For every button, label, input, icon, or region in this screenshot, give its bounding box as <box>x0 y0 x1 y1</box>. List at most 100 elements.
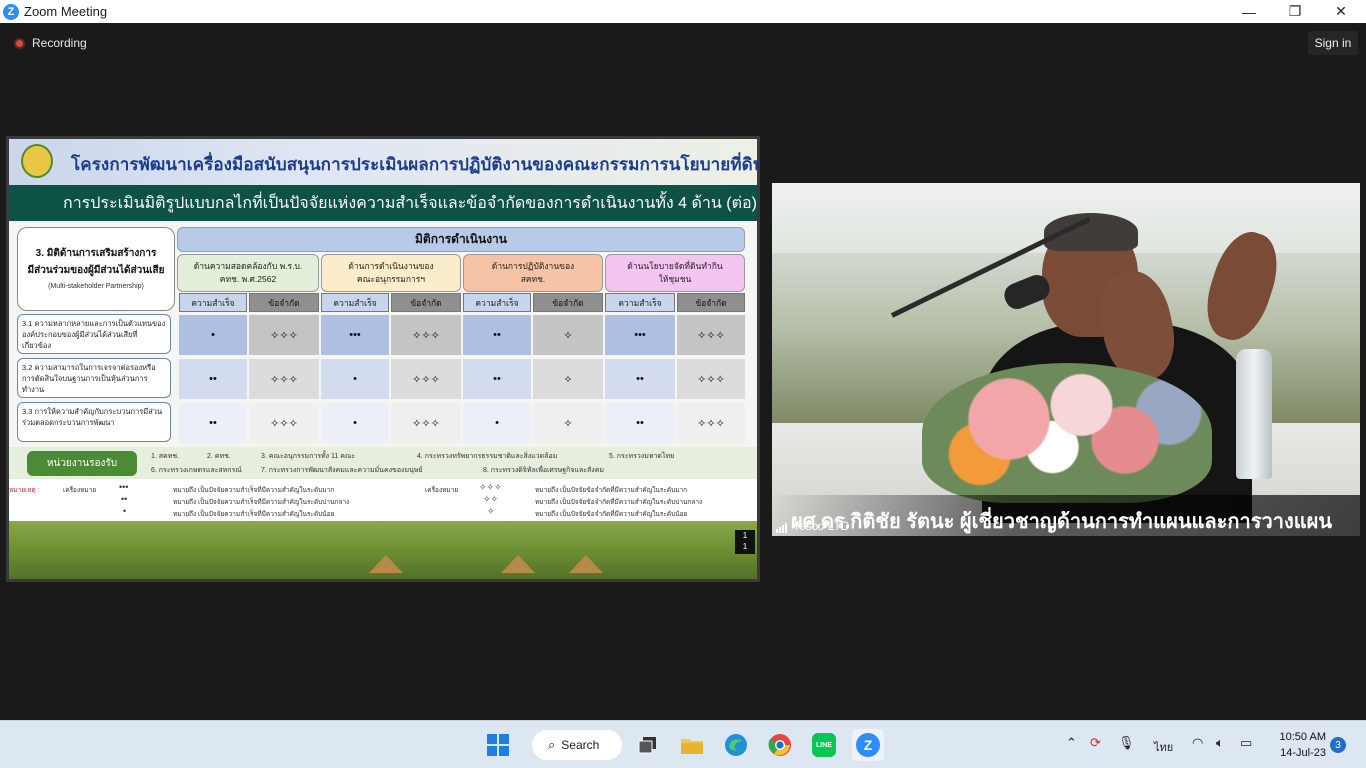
table-cell: • <box>179 315 247 355</box>
legend-dot: • <box>123 506 127 516</box>
table-cell: ••• <box>605 315 675 355</box>
signal-strength-icon <box>776 523 788 533</box>
maximize-button[interactable]: ❐ <box>1272 0 1318 23</box>
organization-emblem-icon <box>21 144 53 178</box>
shared-screen[interactable]: โครงการพัฒนาเครื่องมือสนับสนุนการประเมิน… <box>6 136 760 582</box>
file-explorer-button[interactable] <box>676 729 708 761</box>
subheader-success: ความสำเร็จ <box>179 293 247 312</box>
zoom-taskbar-button[interactable]: Z <box>852 729 884 761</box>
agency-item: 3. คณะอนุกรรมการทั้ง 11 คณะ <box>261 453 356 460</box>
table-cell: •• <box>463 359 531 399</box>
legend: หมายเหตุ : เครื่องหมาย ••• •• • หมายถึง … <box>9 479 757 521</box>
close-button[interactable]: ✕ <box>1318 0 1364 23</box>
agency-item: 2. คทช. <box>207 453 231 460</box>
recording-indicator[interactable]: Recording <box>14 36 87 50</box>
show-hidden-icons-icon[interactable]: ⌃ <box>1066 735 1077 751</box>
column-title-2: คณะอนุกรรมการฯ <box>356 274 426 284</box>
slide-footer-image <box>9 521 757 579</box>
edge-icon <box>725 734 747 756</box>
hut-icon <box>501 555 535 573</box>
legend-dot: •• <box>121 494 128 504</box>
task-view-button[interactable] <box>632 729 664 761</box>
agency-item: 1. สคทช. <box>151 453 180 460</box>
hut-icon <box>369 555 403 573</box>
notification-badge[interactable]: 3 <box>1330 737 1346 753</box>
recording-label: Recording <box>32 36 87 50</box>
column-header-2: ด้านการดำเนินงานของ คณะอนุกรรมการฯ <box>321 254 461 292</box>
column-header-3: ด้านการปฏิบัติงานของ สคทช. <box>463 254 603 292</box>
task-view-icon <box>638 737 656 754</box>
page-number-bottom: 1 <box>742 542 748 551</box>
battery-icon[interactable]: ▭ <box>1240 735 1252 751</box>
slide-subtitle: การประเมินมิติรูปแบบกลไกที่เป็นปัจจัยแห่… <box>9 185 757 221</box>
line-button[interactable]: LINE <box>808 729 840 761</box>
column-title: ด้านการปฏิบัติงานของ <box>491 261 575 271</box>
column-title: ด้านนโยบายจัดที่ดินทำกิน <box>627 261 723 271</box>
microphone-tray-icon[interactable]: 🎙︎ <box>1118 735 1135 751</box>
table-cell: •• <box>605 403 675 443</box>
taskbar-search[interactable]: ⌕ Search <box>531 729 623 761</box>
zoom-icon: Z <box>856 733 880 757</box>
sync-icon[interactable]: ⟳ <box>1090 735 1101 751</box>
row-label-3-3: 3.3 การให้ความสำคัญกับกระบวนการมีส่วนร่ว… <box>17 402 171 442</box>
dimension-english: (Multi-stakeholder Partnership) <box>48 283 144 290</box>
table-cell: ✧✧✧ <box>677 315 745 355</box>
search-label: Search <box>561 738 600 752</box>
table-cell: ✧✧✧ <box>249 359 319 399</box>
start-button[interactable] <box>482 729 514 761</box>
table-cell: • <box>321 403 389 443</box>
table-cell: ••• <box>321 315 389 355</box>
agency-item: 5. กระทรวงมหาดไทย <box>609 453 675 460</box>
agency-item: 6. กระทรวงเกษตรและสหกรณ์ <box>151 467 242 474</box>
minimize-button[interactable]: — <box>1226 0 1272 23</box>
volume-icon[interactable]: 🔈︎ <box>1216 735 1224 751</box>
column-title: ด้านการดำเนินงานของ <box>348 261 434 271</box>
legend-star: ✧✧ <box>483 494 499 504</box>
windows-icon <box>487 734 509 756</box>
speaker-caption: ผศ.ดร.กิติชัย รัตนะ ผู้เชี่ยวชาญด้านการท… <box>791 511 1332 533</box>
participant-name-tag: Tesco LTD <box>776 519 849 533</box>
subheader-limit: ข้อจำกัด <box>533 293 603 312</box>
subheader-limit: ข้อจำกัด <box>391 293 461 312</box>
table-cell: ✧✧✧ <box>249 315 319 355</box>
subheader-success: ความสำเร็จ <box>321 293 389 312</box>
subheader-success: ความสำเร็จ <box>605 293 675 312</box>
participant-video[interactable]: ผศ.ดร.กิติชัย รัตนะ ผู้เชี่ยวชาญด้านการท… <box>772 183 1360 536</box>
participant-name: Tesco LTD <box>793 519 850 533</box>
flower-arrangement <box>922 363 1212 503</box>
legend-meaning: หมายถึง เป็นปัจจัยข้อจำกัดที่มีความสำคัญ… <box>535 487 688 494</box>
row-label-3-1: 3.1 ความหลากหลายและการเป็นตัวแทนขององค์ป… <box>17 314 171 354</box>
hut-icon <box>569 555 603 573</box>
agency-item: 8. กระทรวงดิจิทัลเพื่อเศรษฐกิจและสังคม <box>483 467 604 474</box>
chrome-button[interactable] <box>764 729 796 761</box>
table-cell: ✧ <box>533 403 603 443</box>
system-clock[interactable]: 10:50 AM 14-Jul-23 <box>1270 729 1326 761</box>
page-number-top: 1 <box>742 531 748 540</box>
legend-meaning: หมายถึง เป็นปัจจัยข้อจำกัดที่มีความสำคัญ… <box>535 499 703 506</box>
edge-button[interactable] <box>720 729 752 761</box>
legend-meaning: หมายถึง เป็นปัจจัยความสำเร็จที่มีความสำค… <box>173 487 335 494</box>
table-cell: •• <box>179 359 247 399</box>
table-cell: •• <box>605 359 675 399</box>
legend-meaning: หมายถึง เป็นปัจจัยความสำเร็จที่มีความสำค… <box>173 511 335 518</box>
zoom-logo-icon: Z <box>3 3 19 20</box>
agency-label: หน่วยงานรองรับ <box>27 451 137 476</box>
wifi-icon[interactable]: ◠ <box>1192 735 1203 751</box>
table-cell: •• <box>179 403 247 443</box>
legend-star: ✧ <box>487 506 495 516</box>
column-title-2: คทช. พ.ศ.2562 <box>219 274 277 284</box>
column-title-2: สคทช. <box>520 274 546 284</box>
windows-taskbar: ⌕ Search LINE Z ⌃ ⟳ 🎙︎ ไทย ◠ 🔈︎ ▭ 10:50 … <box>0 720 1366 768</box>
subheader-success: ความสำเร็จ <box>463 293 531 312</box>
table-cell: ✧✧✧ <box>249 403 319 443</box>
table-cell: ✧ <box>533 315 603 355</box>
water-bottle <box>1236 349 1272 479</box>
legend-mark-label: เครื่องหมาย <box>63 487 97 494</box>
sign-in-button[interactable]: Sign in <box>1308 31 1358 55</box>
language-indicator[interactable]: ไทย <box>1154 738 1173 756</box>
recording-icon <box>14 37 25 49</box>
window-titlebar: Z Zoom Meeting — ❐ ✕ <box>0 0 1366 23</box>
folder-icon <box>681 739 703 754</box>
clock-date: 14-Jul-23 <box>1280 747 1326 759</box>
table-cell: ✧ <box>533 359 603 399</box>
